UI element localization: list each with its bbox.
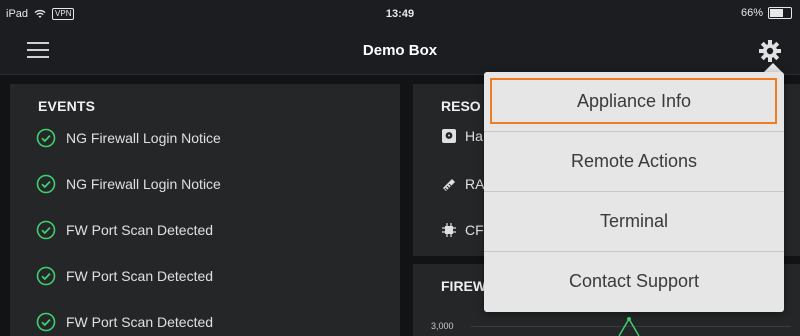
- resource-label: Ha: [465, 128, 483, 144]
- event-label: FW Port Scan Detected: [66, 268, 214, 284]
- event-label: NG Firewall Login Notice: [66, 130, 221, 146]
- gear-icon[interactable]: [758, 39, 782, 63]
- firewall-title: FIREW: [441, 278, 487, 294]
- y-tick-label: 3,000: [431, 321, 454, 331]
- event-label: FW Port Scan Detected: [66, 314, 214, 330]
- check-circle-icon: [36, 174, 56, 194]
- menu-item-remote-actions[interactable]: Remote Actions: [484, 132, 784, 191]
- events-panel: EVENTS NG Firewall Login Notice NG Firew…: [10, 84, 400, 336]
- check-circle-icon: [36, 312, 56, 332]
- page-title: Demo Box: [362, 42, 438, 59]
- highlight-box: [490, 78, 777, 124]
- resource-row: CF: [441, 222, 484, 238]
- resource-label: CF: [465, 222, 484, 238]
- check-circle-icon: [36, 220, 56, 240]
- status-right: 66%: [741, 7, 792, 19]
- resources-title: RESO: [441, 98, 481, 114]
- battery-percent: 66%: [740, 7, 763, 19]
- menu-item-terminal[interactable]: Terminal: [484, 192, 784, 251]
- event-item[interactable]: NG Firewall Login Notice: [36, 172, 221, 196]
- check-circle-icon: [36, 266, 56, 286]
- cpu-icon: [442, 223, 456, 237]
- resource-label: RA: [465, 176, 485, 192]
- check-circle-icon: [36, 128, 56, 148]
- status-time: 13:49: [385, 8, 415, 20]
- battery-icon: [768, 7, 792, 19]
- events-title: EVENTS: [38, 98, 96, 114]
- event-item[interactable]: FW Port Scan Detected: [36, 310, 213, 334]
- settings-popover-menu: Appliance Info Remote Actions Terminal C…: [484, 72, 784, 312]
- event-item[interactable]: NG Firewall Login Notice: [36, 126, 221, 150]
- resource-row: RA: [441, 176, 484, 192]
- event-item[interactable]: FW Port Scan Detected: [36, 264, 213, 288]
- event-label: FW Port Scan Detected: [66, 222, 214, 238]
- resource-row: Ha: [441, 128, 483, 144]
- event-label: NG Firewall Login Notice: [66, 176, 221, 192]
- status-bar: iPad VPN 13:49 66%: [0, 0, 800, 28]
- nav-bar: Demo Box: [0, 28, 800, 75]
- event-item[interactable]: FW Port Scan Detected: [36, 218, 213, 242]
- memory-icon: [443, 179, 455, 191]
- hard-disk-icon: [442, 129, 456, 143]
- chart-spike: [618, 317, 640, 336]
- menu-item-contact-support[interactable]: Contact Support: [484, 252, 784, 311]
- battery-fill: [770, 9, 783, 17]
